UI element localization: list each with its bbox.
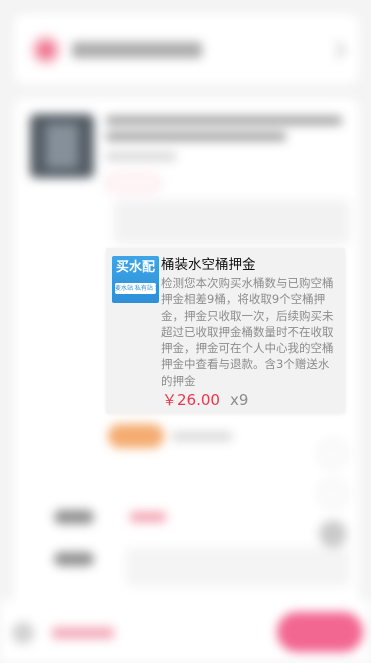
deposit-description: 检测您本次购买水桶数与已购空桶押金相差9桶，将收取9个空桶押金，押金只收取一次，… [161, 276, 334, 388]
deposit-quantity: x9 [230, 391, 249, 409]
thumbnail-subtitle-bar: 麦水站 私有站 到店自 [115, 283, 159, 294]
deposit-title: 桶装水空桶押金 [161, 257, 256, 273]
thumbnail-title: 买水配 [115, 260, 155, 275]
bucket-deposit-card: 买水配 麦水站 私有站 到店自 桶装水空桶押金 检测您本次购买水桶数与已购空桶押… [106, 248, 345, 413]
thumbnail-subtitle: 麦水站 私有站 到店自 [115, 285, 159, 292]
deposit-price: ￥26.00 [162, 391, 220, 409]
deposit-thumbnail: 买水配 麦水站 私有站 到店自 [112, 256, 159, 303]
